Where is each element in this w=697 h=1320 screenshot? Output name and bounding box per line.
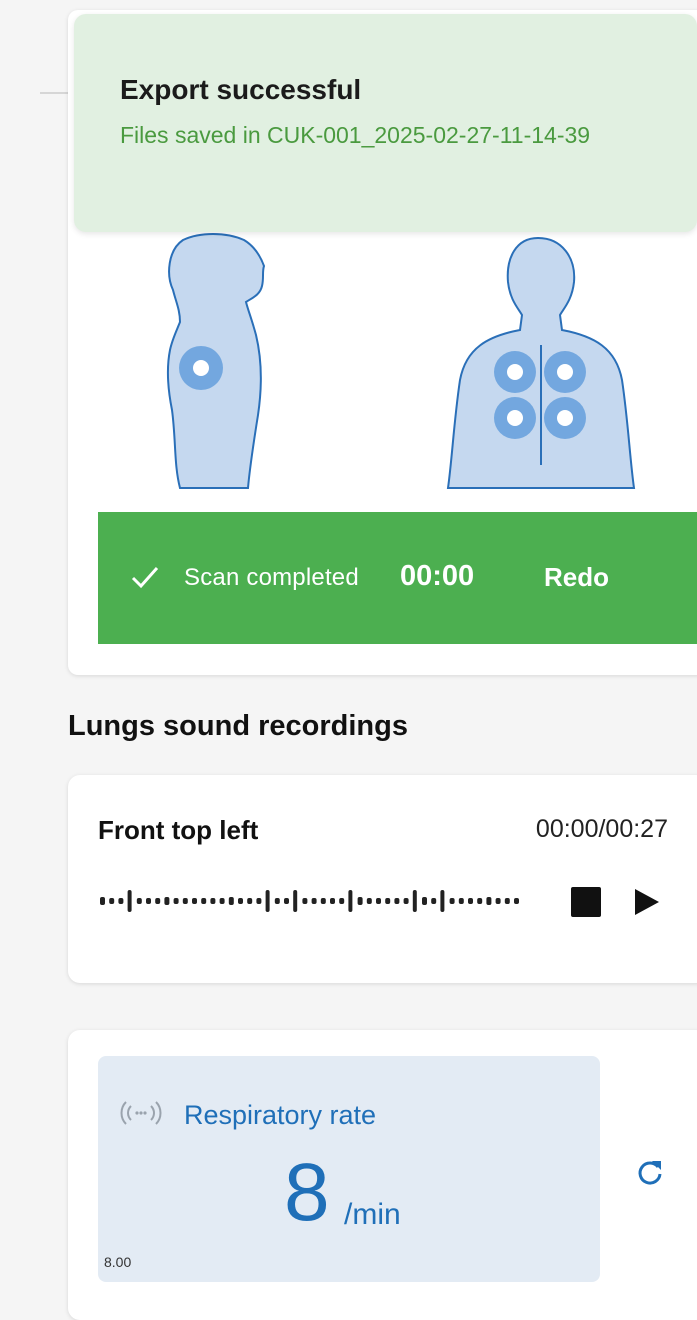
waveform-mark <box>256 898 262 904</box>
redo-button[interactable]: Redo <box>544 562 609 593</box>
waveform-mark <box>495 898 501 904</box>
waveform-mark <box>431 898 437 904</box>
waveform-mark <box>284 898 289 904</box>
waveform-mark <box>155 898 161 904</box>
waveform-mark <box>449 898 455 904</box>
waveform-mark <box>100 897 105 905</box>
respiratory-panel: Respiratory rate 8 /min 8.00 <box>98 1056 600 1282</box>
waveform-mark <box>385 898 391 904</box>
waveform-mark <box>422 897 427 905</box>
stop-icon[interactable] <box>571 887 601 917</box>
respiratory-unit: /min <box>344 1198 401 1231</box>
waveform-mark <box>265 890 270 912</box>
recording-time: 00:00/00:27 <box>535 815 668 843</box>
waveform-mark <box>146 898 151 904</box>
waveform-mark <box>109 898 115 904</box>
toast-title: Export successful <box>120 74 362 105</box>
waveform-mark <box>403 898 409 904</box>
waveform-mark <box>440 890 445 912</box>
waveform-mark <box>486 897 492 905</box>
waveform-mark <box>376 898 381 904</box>
waveform-mark <box>118 898 124 904</box>
recording-card: Front top left 00:00/00:27 <box>68 775 697 983</box>
waveform-mark <box>357 897 363 905</box>
waveform-mark <box>173 898 179 904</box>
waveform-mark <box>514 898 519 904</box>
check-icon <box>131 567 159 589</box>
waveform-mark <box>320 898 326 904</box>
waveform-mark <box>468 898 473 904</box>
recording-title: Front top left <box>98 815 259 845</box>
waveform-mark <box>136 898 142 904</box>
play-icon[interactable] <box>633 887 661 917</box>
waveform-mark <box>182 898 188 904</box>
waveform-mark <box>247 898 253 904</box>
waveform-mark <box>228 897 234 905</box>
respiratory-value: 8 <box>284 1147 330 1238</box>
waveform-mark <box>348 890 353 912</box>
export-toast: Export successful Files saved in CUK-001… <box>74 14 697 232</box>
section-title: Lungs sound recordings <box>68 710 408 742</box>
waveform-mark <box>164 897 170 905</box>
respiratory-card: Respiratory rate 8 /min 8.00 <box>68 1030 697 1320</box>
waveform-mark <box>192 898 197 904</box>
scan-time: 00:00 <box>400 560 475 592</box>
waveform-mark <box>330 898 335 904</box>
waveform-mark <box>210 898 216 904</box>
waveform-mark <box>238 898 243 904</box>
back-body-figure <box>446 236 636 489</box>
waveform-mark <box>302 898 308 904</box>
waveform-mark <box>201 898 207 904</box>
waveform-mark <box>219 898 225 904</box>
respiratory-raw-value: 8.00 <box>104 1254 132 1270</box>
waveform-mark <box>477 898 483 904</box>
waveform-mark <box>293 890 298 912</box>
waveform-mark <box>394 898 400 904</box>
waveform-mark <box>504 898 510 904</box>
respiratory-label: Respiratory rate <box>184 1100 377 1130</box>
waveform-mark <box>339 898 345 904</box>
scan-status-label: Scan completed <box>184 564 359 591</box>
toast-message: Files saved in CUK-001_2025-02-27-11-14-… <box>120 122 591 148</box>
signal-icon <box>120 1101 162 1125</box>
waveform-mark <box>274 898 280 904</box>
scan-status-bar: Scan completed 00:00 Redo <box>98 512 697 644</box>
waveform-mark <box>311 898 317 904</box>
waveform-icon[interactable] <box>96 883 532 919</box>
waveform-mark <box>127 890 132 912</box>
waveform-mark <box>458 898 464 904</box>
waveform-mark <box>366 898 372 904</box>
refresh-icon[interactable] <box>636 1158 664 1186</box>
side-sensor-icon <box>179 346 223 390</box>
waveform-mark <box>412 890 417 912</box>
